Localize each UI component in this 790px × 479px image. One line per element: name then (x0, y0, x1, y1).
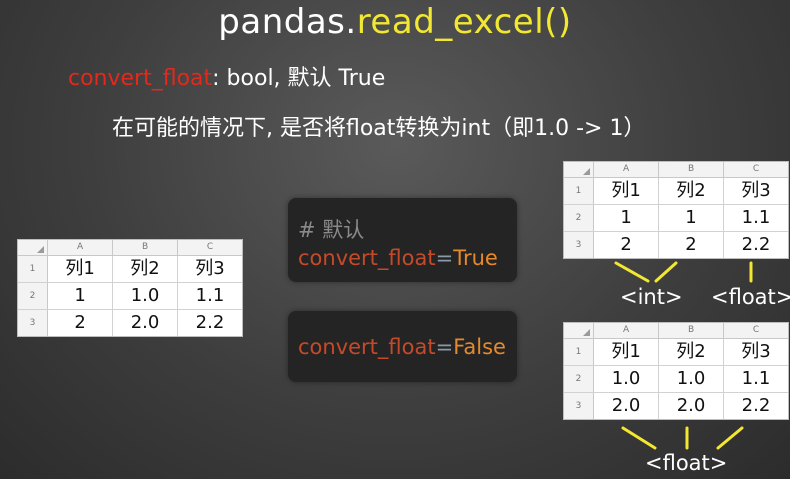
arrow-line (621, 426, 657, 450)
arrow-line (614, 261, 650, 283)
arrow-line (654, 261, 678, 283)
label-float-bottom: <float> (645, 451, 728, 475)
label-int: <int> (620, 285, 683, 309)
label-float-top: <float> (711, 285, 790, 309)
annotation-arrows (614, 261, 753, 450)
arrow-line (716, 426, 744, 450)
